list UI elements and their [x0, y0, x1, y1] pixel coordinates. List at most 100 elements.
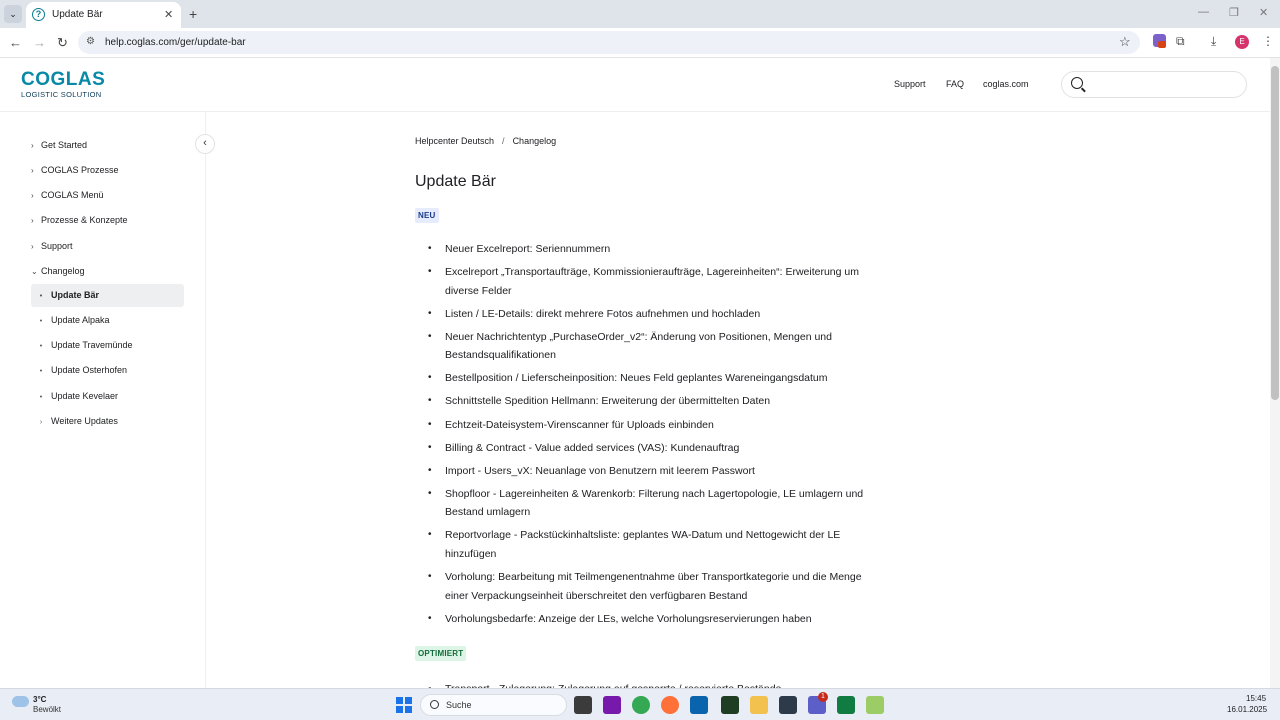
list-item: Billing & Contract - Value added service…	[428, 439, 868, 458]
taskbar-search-input[interactable]: Suche	[420, 694, 567, 716]
windows-start-icon[interactable]	[396, 697, 412, 713]
restore-icon[interactable]: ❐	[1229, 6, 1239, 19]
file-explorer-icon[interactable]	[750, 696, 768, 714]
vpn-icon[interactable]	[779, 696, 797, 714]
tab-title: Update Bär	[52, 9, 103, 20]
tag-new: NEU	[415, 208, 439, 223]
sidebar-item-coglas-menu[interactable]: › COGLAS Menü	[31, 184, 104, 206]
sidebar-item-label: Prozesse & Konzepte	[41, 215, 128, 225]
coglas-logo[interactable]: COGLAS LOGISTIC SOLUTION	[21, 70, 105, 99]
new-features-list: Neuer Excelreport: Seriennummern Excelre…	[428, 240, 868, 633]
forward-icon[interactable]: →	[33, 35, 46, 50]
nav-link-faq[interactable]: FAQ	[946, 79, 964, 89]
chevron-down-icon: ⌄	[31, 267, 38, 276]
minimize-icon[interactable]: —	[1198, 6, 1209, 18]
bullet-icon: •	[39, 343, 43, 350]
cloud-icon[interactable]	[12, 696, 29, 707]
profile-avatar[interactable]: E	[1235, 35, 1249, 49]
sidebar-item-get-started[interactable]: › Get Started	[31, 134, 87, 156]
task-view-icon[interactable]	[574, 696, 592, 714]
chevron-right-icon: ›	[31, 216, 34, 225]
tab-list-button[interactable]: ⌄	[4, 5, 22, 23]
list-item: Vorholungsbedarfe: Anzeige der LEs, welc…	[428, 610, 868, 629]
chevron-right-icon: ›	[39, 419, 43, 426]
page-scrollbar[interactable]	[1270, 58, 1280, 688]
outlook-icon[interactable]	[690, 696, 708, 714]
reload-icon[interactable]: ↻	[57, 35, 68, 51]
search-input[interactable]	[1061, 71, 1247, 98]
sidebar-subitem-update-osterhofen[interactable]: • Update Osterhofen	[31, 359, 184, 382]
search-icon	[1071, 77, 1083, 89]
sidebar-item-support[interactable]: › Support	[31, 235, 73, 257]
clock-time[interactable]: 15:45	[1246, 694, 1266, 703]
list-item: Listen / LE-Details: direkt mehrere Foto…	[428, 305, 868, 324]
onenote-icon[interactable]	[603, 696, 621, 714]
sidebar-item-prozesse-konzepte[interactable]: › Prozesse & Konzepte	[31, 209, 128, 231]
sidebar-item-label: COGLAS Menü	[41, 190, 104, 200]
nav-link-coglas[interactable]: coglas.com	[983, 79, 1029, 89]
list-item: Import - Users_vX: Neuanlage von Benutze…	[428, 462, 868, 481]
clock-date[interactable]: 16.01.2025	[1227, 705, 1267, 714]
browser-tab[interactable]: ? Update Bär ✕	[26, 2, 181, 28]
address-bar[interactable]: ⚙ help.coglas.com/ger/update-bar ☆	[78, 31, 1140, 54]
chevron-right-icon: ›	[31, 191, 34, 200]
menu-kebab-icon[interactable]: ⋮	[1262, 34, 1274, 48]
list-item: Bestellposition / Lieferscheinposition: …	[428, 369, 868, 388]
browser-toolbar: ← → ↻ ⚙ help.coglas.com/ger/update-bar ☆…	[0, 28, 1280, 58]
search-icon	[430, 700, 439, 709]
back-icon[interactable]: ←	[9, 35, 22, 50]
logo-main-text: COGLAS	[21, 69, 106, 90]
list-item: Neuer Excelreport: Seriennummern	[428, 240, 868, 259]
sidebar-item-label: Support	[41, 241, 73, 251]
breadcrumb-link-changelog[interactable]: Changelog	[513, 136, 557, 146]
sidebar-subitem-label: Weitere Updates	[51, 416, 118, 426]
list-item: Reportvorlage - Packstückinhaltsliste: g…	[428, 526, 868, 563]
sidebar-subitem-update-alpaka[interactable]: • Update Alpaka	[31, 309, 184, 332]
chevron-right-icon: ›	[31, 242, 34, 251]
list-item: Schnittstelle Spedition Hellmann: Erweit…	[428, 392, 868, 411]
bookmark-star-icon[interactable]: ☆	[1119, 34, 1131, 50]
chevron-right-icon: ›	[31, 166, 34, 175]
window-close-icon[interactable]: ✕	[1259, 6, 1268, 19]
extensions-puzzle-icon[interactable]: ⧉	[1176, 34, 1185, 49]
download-icon[interactable]: ⤓	[1211, 34, 1216, 49]
breadcrumb: Helpcenter Deutsch / Changelog	[415, 136, 556, 146]
weather-description[interactable]: Bewölkt	[33, 705, 61, 714]
chevron-left-icon: ‹	[203, 137, 207, 149]
tag-optimized: OPTIMIERT	[415, 646, 467, 661]
sidebar-item-changelog[interactable]: ⌄ Changelog	[31, 260, 85, 282]
sidebar-item-label: Changelog	[41, 266, 85, 276]
url-text[interactable]: help.coglas.com/ger/update-bar	[105, 37, 246, 48]
firefox-icon[interactable]	[661, 696, 679, 714]
bullet-icon: •	[39, 318, 43, 325]
chrome-icon[interactable]	[632, 696, 650, 714]
collapse-sidebar-button[interactable]: ‹	[195, 134, 215, 154]
taskbar-search-label: Suche	[446, 700, 472, 710]
site-header: COGLAS LOGISTIC SOLUTION Support FAQ cog…	[0, 58, 1270, 112]
sidebar-subitem-update-baer[interactable]: • Update Bär	[31, 284, 184, 307]
breadcrumb-link-helpcenter[interactable]: Helpcenter Deutsch	[415, 136, 494, 146]
terminal-icon[interactable]	[721, 696, 739, 714]
sidebar-item-coglas-prozesse[interactable]: › COGLAS Prozesse	[31, 159, 119, 181]
taskbar: 3°C Bewölkt Suche 1 15:45 16.01.2025	[0, 688, 1280, 720]
sidebar-subitem-weitere-updates[interactable]: › Weitere Updates	[31, 410, 184, 433]
scrollbar-thumb[interactable]	[1271, 66, 1279, 400]
logo-sub-text: LOGISTIC SOLUTION	[21, 90, 102, 99]
notepad-icon[interactable]	[866, 696, 884, 714]
list-item: Excelreport „Transportaufträge, Kommissi…	[428, 263, 868, 300]
help-favicon-icon: ?	[32, 8, 45, 21]
excel-icon[interactable]	[837, 696, 855, 714]
sidebar-item-label: Get Started	[41, 140, 88, 150]
bullet-icon: •	[39, 368, 43, 375]
sidebar-subitem-label: Update Kevelaer	[51, 391, 119, 401]
site-info-icon[interactable]: ⚙	[86, 36, 95, 47]
list-item: Neuer Nachrichtentyp „PurchaseOrder_v2“:…	[428, 328, 868, 365]
bullet-icon: •	[39, 293, 43, 300]
sidebar-subitem-update-travemuende[interactable]: • Update Travemünde	[31, 334, 184, 357]
chevron-right-icon: ›	[31, 141, 34, 150]
nav-link-support[interactable]: Support	[894, 79, 926, 89]
close-icon[interactable]: ✕	[164, 8, 173, 21]
weather-temperature[interactable]: 3°C	[33, 695, 46, 704]
new-tab-icon[interactable]: +	[189, 6, 197, 22]
sidebar-subitem-update-kevelaer[interactable]: • Update Kevelaer	[31, 385, 184, 408]
